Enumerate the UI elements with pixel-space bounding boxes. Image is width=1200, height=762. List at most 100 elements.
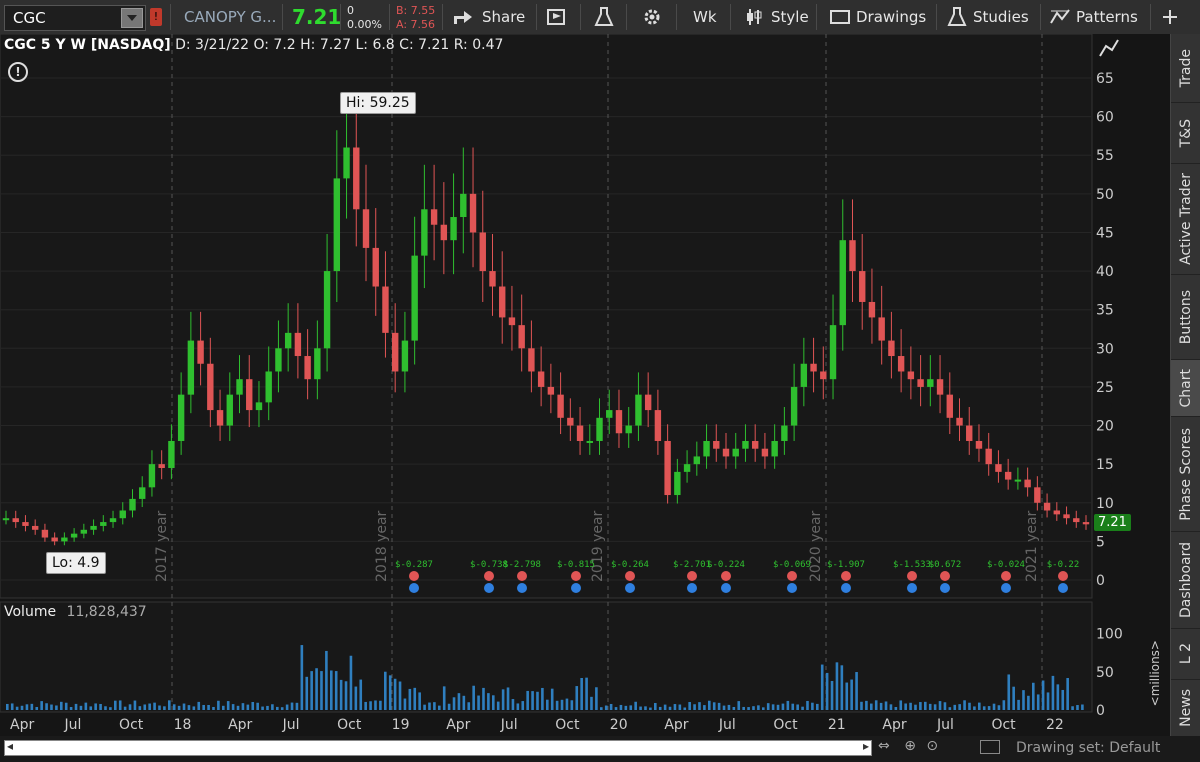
high-callout: Hi: 59.25 xyxy=(340,92,416,114)
patterns-label: Patterns xyxy=(1076,8,1138,26)
volume-bar xyxy=(359,679,363,710)
horizontal-scrollbar[interactable]: ◂ ▸ xyxy=(4,739,872,756)
zoom-icon[interactable]: ⊙ xyxy=(926,738,938,754)
crosshair-icon[interactable]: ⊕ xyxy=(904,738,916,754)
volume-bar xyxy=(403,698,407,710)
volume-bar xyxy=(1071,706,1074,710)
dividend-marker xyxy=(571,583,581,593)
volume-bar xyxy=(64,702,68,710)
year-marker-label: 2018 year xyxy=(374,510,390,582)
volume-bar xyxy=(261,706,264,710)
drawing-set-label[interactable]: Drawing set: Default xyxy=(1016,740,1160,756)
tab-chart[interactable]: Chart xyxy=(1171,360,1200,417)
earnings-marker xyxy=(625,571,635,581)
flask-icon xyxy=(594,7,614,26)
tab-buttons[interactable]: Buttons xyxy=(1171,275,1200,360)
tab-trade[interactable]: Trade xyxy=(1171,34,1200,103)
price-tick-label: 15 xyxy=(1096,457,1114,473)
share-button[interactable]: Share xyxy=(452,0,525,34)
current-price-tag: 7.21 xyxy=(1094,514,1131,531)
volume-bar xyxy=(15,706,19,710)
volume-bar xyxy=(45,703,48,710)
volume-bar xyxy=(413,687,417,710)
info-alert-icon[interactable]: ! xyxy=(8,62,28,82)
volume-bar xyxy=(226,701,230,710)
volume-units: <millions> xyxy=(1148,640,1162,707)
tab-ts-label: T&S xyxy=(1178,118,1194,148)
volume-bar xyxy=(879,702,883,710)
volume-bar xyxy=(163,706,166,710)
tab-l2[interactable]: L 2 xyxy=(1171,629,1200,680)
symbol-selector[interactable]: CGC xyxy=(4,5,146,31)
year-marker-label: 2020 year xyxy=(808,510,824,582)
volume-bar xyxy=(982,706,986,710)
volume-bar xyxy=(604,705,608,710)
volume-bar xyxy=(595,687,598,710)
header-date: D: 3/21/22 xyxy=(175,37,250,53)
price-chart[interactable]: 656055504540353025201510502017 year 2018 … xyxy=(0,34,1170,736)
drawing-set-icon[interactable] xyxy=(980,740,1000,754)
volume-bar xyxy=(550,688,554,710)
volume-bar xyxy=(447,703,451,710)
volume-bar xyxy=(904,703,907,710)
volume-bar xyxy=(84,702,88,710)
volume-bar xyxy=(192,706,196,710)
tab-phase-scores[interactable]: Phase Scores xyxy=(1171,417,1200,532)
more-button[interactable] xyxy=(1160,0,1180,34)
alert-flag-icon[interactable]: ! xyxy=(150,8,162,26)
scroll-left-icon[interactable]: ◂ xyxy=(7,739,13,753)
tab-news[interactable]: News xyxy=(1171,680,1200,737)
tab-active-trader[interactable]: Active Trader xyxy=(1171,164,1200,275)
volume-bar xyxy=(585,677,588,710)
x-tick-label: Oct xyxy=(555,717,580,733)
dividend-marker xyxy=(787,583,797,593)
dividend-label: $0.672 xyxy=(929,560,962,570)
volume-bar xyxy=(860,701,863,710)
settings-button[interactable] xyxy=(642,0,662,34)
volume-bar xyxy=(963,700,966,710)
volume-bar xyxy=(1056,684,1060,710)
x-tick-label: Apr xyxy=(664,717,688,733)
dividend-marker xyxy=(721,583,731,593)
zoom-controls[interactable]: ⇔ ⊕ ⊙ xyxy=(878,738,938,754)
drawings-menu[interactable]: Drawings xyxy=(830,0,926,34)
dividend-marker xyxy=(940,583,950,593)
earnings-marker xyxy=(841,571,851,581)
scroll-right-icon[interactable]: ▸ xyxy=(863,739,869,753)
flag-button[interactable] xyxy=(546,0,568,34)
tab-dashboard[interactable]: Dashboard xyxy=(1171,532,1200,629)
x-tick-label: Jul xyxy=(718,717,736,733)
volume-bar xyxy=(781,703,785,710)
style-menu[interactable]: Style xyxy=(744,0,809,34)
studies-menu[interactable]: Studies xyxy=(947,0,1029,34)
aggregation-selector[interactable]: Wk xyxy=(693,0,717,34)
volume-bar xyxy=(570,700,574,710)
volume-bar xyxy=(266,705,269,710)
header-low: L: 6.8 xyxy=(355,37,395,53)
volume-bar xyxy=(708,700,711,710)
symbol-dropdown-icon[interactable] xyxy=(121,8,143,28)
tab-ts[interactable]: T&S xyxy=(1171,103,1200,164)
price-tick-label: 0 xyxy=(1096,573,1105,589)
flask-button[interactable] xyxy=(594,0,614,34)
gear-icon xyxy=(644,9,660,25)
patterns-menu[interactable]: Patterns xyxy=(1050,0,1138,34)
volume-bar xyxy=(310,671,313,710)
price-tick-label: 60 xyxy=(1096,110,1114,126)
volume-bar xyxy=(172,704,176,710)
volume-bar xyxy=(958,704,961,710)
volume-bar xyxy=(806,700,809,710)
volume-bar xyxy=(99,703,102,710)
volume-bar xyxy=(501,689,505,710)
volume-bar xyxy=(418,692,421,710)
dividend-marker xyxy=(409,583,419,593)
price-tick-label: 5 xyxy=(1096,534,1105,550)
earnings-marker xyxy=(517,571,527,581)
volume-bar xyxy=(1032,682,1035,710)
volume-bar xyxy=(703,705,706,710)
volume-bar xyxy=(1051,675,1055,710)
volume-bar xyxy=(290,702,294,710)
volume-bar xyxy=(997,705,1001,710)
scroll-arrows-icon[interactable]: ⇔ xyxy=(878,738,890,754)
volume-bar xyxy=(531,691,534,710)
